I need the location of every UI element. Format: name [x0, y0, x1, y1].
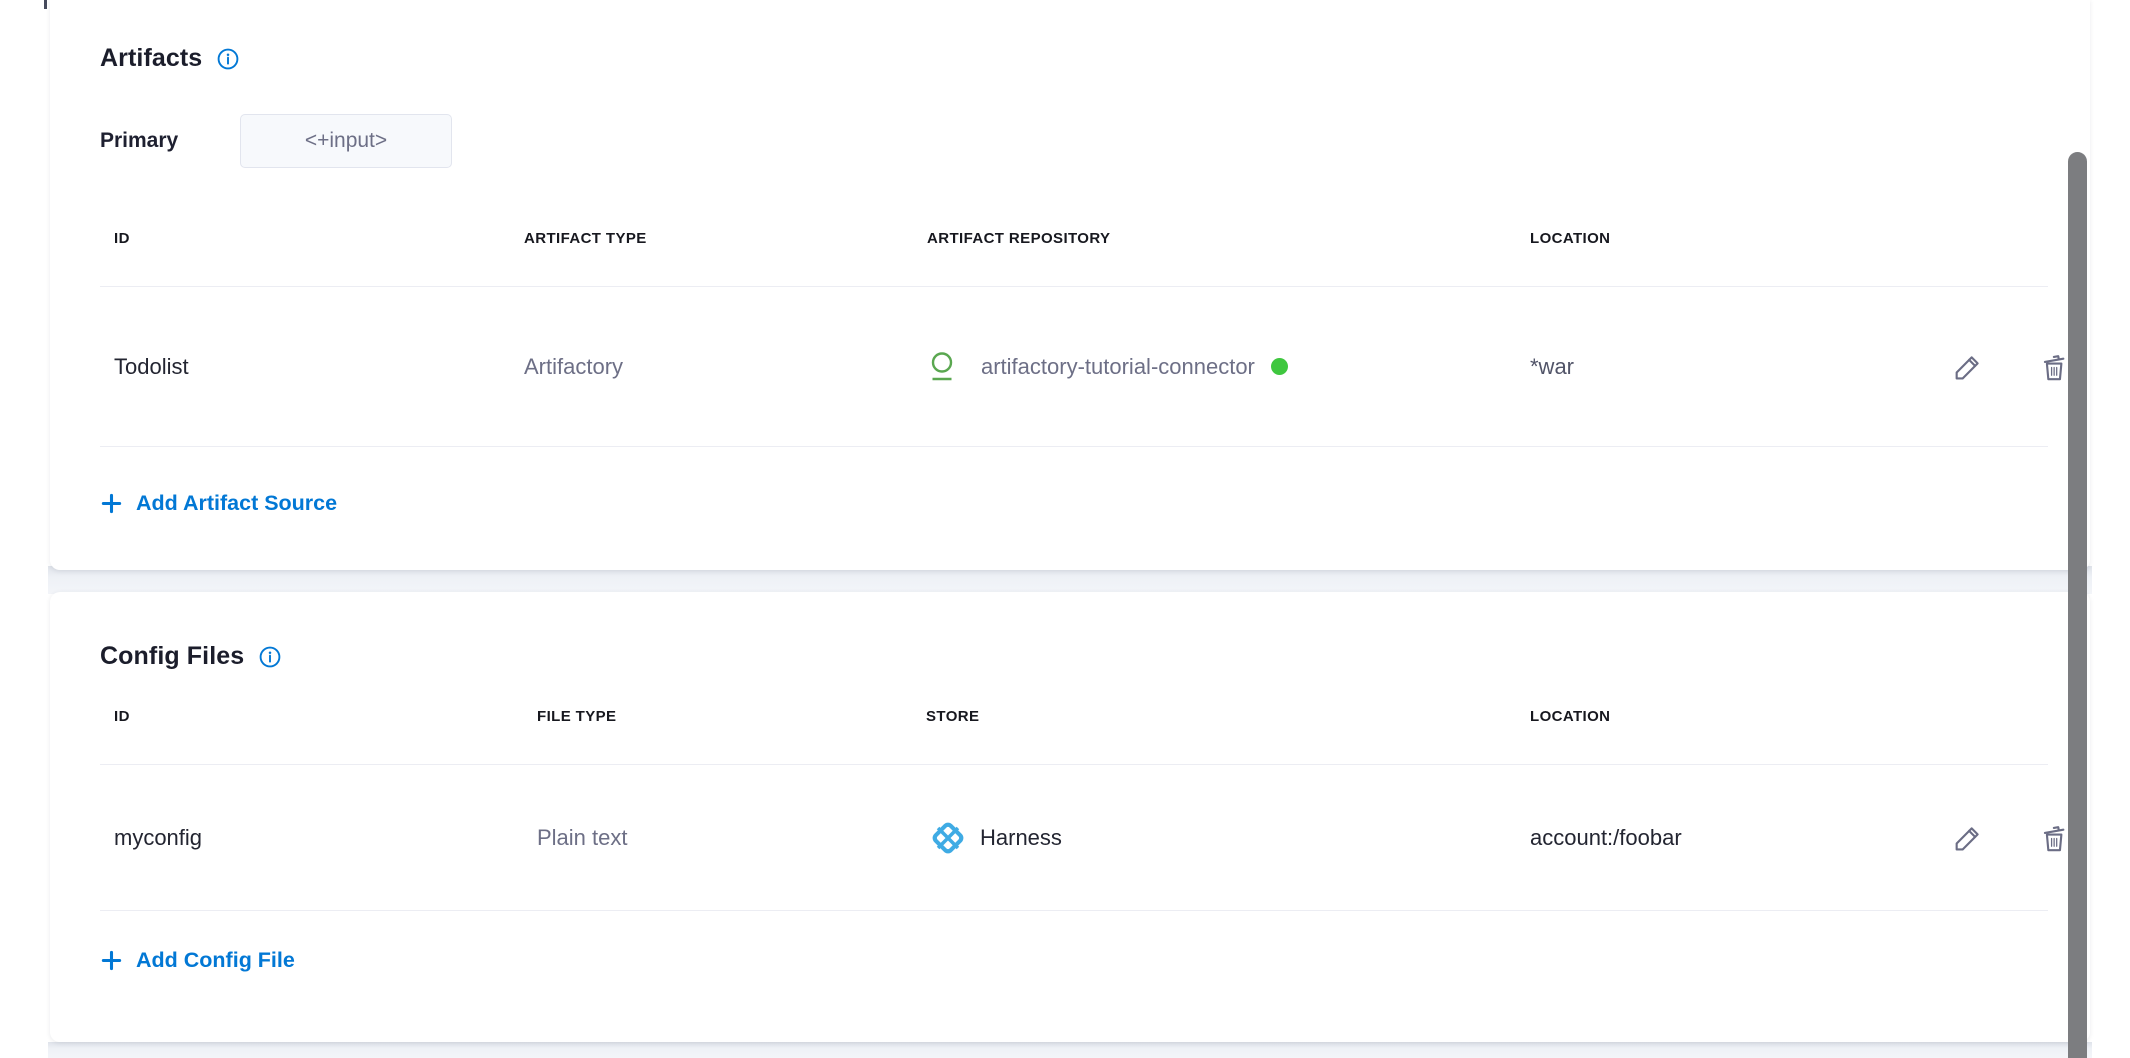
- plus-icon: [100, 949, 123, 972]
- config-files-card: Config Files ID FILE TYPE STORE LOCATION…: [50, 592, 2090, 1042]
- column-header-artifact-repository: ARTIFACT REPOSITORY: [927, 230, 1530, 247]
- add-artifact-row: Add Artifact Source: [100, 447, 2048, 559]
- pencil-icon: [1951, 821, 1985, 855]
- column-header-id: ID: [100, 708, 537, 725]
- info-icon[interactable]: [258, 645, 282, 669]
- artifacts-heading: Artifacts: [100, 44, 240, 73]
- delete-button[interactable]: [2036, 349, 2072, 385]
- panel-edge-fragment: [44, 0, 47, 9]
- artifactory-connector-icon: [927, 350, 957, 383]
- plus-icon: [100, 492, 123, 515]
- edit-button[interactable]: [1950, 349, 1986, 385]
- table-row: myconfig Plain text Harness account:/foo…: [100, 765, 2048, 911]
- add-artifact-source-label: Add Artifact Source: [136, 491, 337, 516]
- section-divider: [48, 1042, 2092, 1058]
- trash-icon: [2037, 821, 2071, 855]
- config-files-table: ID FILE TYPE STORE LOCATION myconfig Pla…: [100, 698, 2048, 1009]
- config-location-cell: account:/foobar: [1530, 825, 1950, 851]
- scrollbar-thumb[interactable]: [2068, 152, 2087, 1058]
- config-store-cell: Harness: [926, 816, 1530, 860]
- edit-button[interactable]: [1950, 820, 1986, 856]
- add-artifact-source-button[interactable]: Add Artifact Source: [100, 491, 337, 516]
- primary-artifact-input[interactable]: <+input>: [240, 114, 452, 168]
- table-row: Todolist Artifactory artifactory-tutoria…: [100, 287, 2048, 447]
- artifact-id-cell: Todolist: [100, 354, 524, 380]
- column-header-artifact-type: ARTIFACT TYPE: [524, 230, 927, 247]
- pencil-icon: [1951, 350, 1985, 384]
- connector-name: artifactory-tutorial-connector: [981, 354, 1255, 380]
- column-header-location: LOCATION: [1530, 230, 1950, 247]
- artifacts-title: Artifacts: [100, 44, 202, 73]
- primary-label: Primary: [100, 129, 200, 153]
- add-config-file-button[interactable]: Add Config File: [100, 948, 295, 973]
- section-divider: [48, 566, 2092, 594]
- delete-button[interactable]: [2036, 820, 2072, 856]
- config-id-cell: myconfig: [100, 825, 537, 851]
- trash-icon: [2037, 350, 2071, 384]
- artifact-repository-cell: artifactory-tutorial-connector: [927, 350, 1530, 383]
- connector-status-dot: [1271, 358, 1288, 375]
- config-files-heading: Config Files: [100, 642, 282, 671]
- config-table-header-row: ID FILE TYPE STORE LOCATION: [100, 698, 2048, 765]
- config-file-type-cell: Plain text: [537, 825, 926, 851]
- row-actions: [1950, 820, 2076, 856]
- artifacts-card: Artifacts Primary <+input> ID ARTIFACT T…: [50, 0, 2090, 570]
- store-name: Harness: [980, 825, 1062, 851]
- harness-icon: [926, 816, 970, 860]
- artifact-location-cell: *war: [1530, 354, 1950, 380]
- row-actions: [1950, 349, 2076, 385]
- add-config-file-label: Add Config File: [136, 948, 295, 973]
- artifact-type-cell: Artifactory: [524, 354, 927, 380]
- column-header-file-type: FILE TYPE: [537, 708, 926, 725]
- info-icon[interactable]: [216, 47, 240, 71]
- column-header-id: ID: [100, 230, 524, 247]
- artifacts-table: ID ARTIFACT TYPE ARTIFACT REPOSITORY LOC…: [100, 220, 2048, 559]
- add-config-row: Add Config File: [100, 911, 2048, 1009]
- config-files-title: Config Files: [100, 642, 244, 671]
- artifacts-table-header-row: ID ARTIFACT TYPE ARTIFACT REPOSITORY LOC…: [100, 220, 2048, 287]
- column-header-location: LOCATION: [1530, 708, 1950, 725]
- column-header-store: STORE: [926, 708, 1530, 725]
- primary-artifact-row: Primary <+input>: [100, 114, 452, 168]
